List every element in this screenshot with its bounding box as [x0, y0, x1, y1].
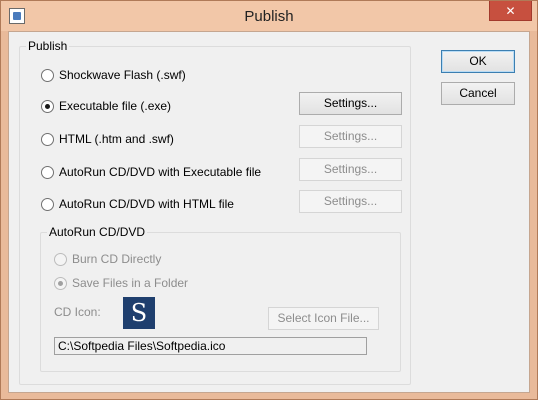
close-button[interactable]: ✕ [489, 1, 532, 21]
radio-shockwave-flash[interactable]: Shockwave Flash (.swf) [41, 67, 186, 83]
radio-label: Save Files in a Folder [72, 276, 189, 290]
radio-label: Burn CD Directly [72, 252, 162, 266]
radio-button[interactable] [41, 165, 54, 179]
radio-button[interactable] [41, 132, 54, 146]
radio-label: AutoRun CD/DVD with Executable file [59, 165, 262, 179]
radio-label: AutoRun CD/DVD with HTML file [59, 197, 234, 211]
radio-label: Shockwave Flash (.swf) [59, 68, 186, 82]
autorun-group-legend: AutoRun CD/DVD [47, 225, 148, 239]
radio-autorun-html[interactable]: AutoRun CD/DVD with HTML file [41, 196, 234, 212]
radio-label: Executable file (.exe) [59, 99, 172, 113]
radio-button[interactable] [41, 68, 54, 82]
radio-executable-file[interactable]: Executable file (.exe) [41, 98, 171, 114]
radio-autorun-executable[interactable]: AutoRun CD/DVD with Executable file [41, 164, 261, 180]
window-title: Publish [244, 8, 294, 25]
settings-button-autorun-html[interactable]: Settings... [299, 190, 402, 213]
softpedia-cd-icon-preview: S [123, 297, 155, 329]
radio-button-checked[interactable] [41, 99, 54, 113]
cancel-button[interactable]: Cancel [441, 82, 515, 105]
dialog-body: Publish Shockwave Flash (.swf) Executabl… [8, 31, 530, 393]
radio-html[interactable]: HTML (.htm and .swf) [41, 131, 174, 147]
settings-button-executable[interactable]: Settings... [299, 92, 402, 115]
radio-button[interactable] [41, 197, 54, 211]
publish-group-legend: Publish [26, 39, 70, 53]
publish-group: Publish Shockwave Flash (.swf) Executabl… [19, 39, 411, 385]
settings-button-autorun-executable[interactable]: Settings... [299, 158, 402, 181]
title-bar[interactable]: Publish ✕ [1, 1, 537, 31]
radio-save-folder[interactable]: Save Files in a Folder [54, 275, 188, 291]
icon-path-field[interactable]: C:\Softpedia Files\Softpedia.ico [54, 337, 367, 355]
select-icon-file-button[interactable]: Select Icon File... [268, 307, 379, 330]
ok-button[interactable]: OK [441, 50, 515, 73]
autorun-group: AutoRun CD/DVD Burn CD Directly Save Fil… [40, 225, 401, 372]
cd-icon-label: CD Icon: [54, 305, 101, 319]
radio-burn-cd[interactable]: Burn CD Directly [54, 251, 161, 267]
radio-button-disabled-checked[interactable] [54, 276, 67, 290]
publish-dialog: Publish ✕ Publish Shockwave Flash (.swf)… [0, 0, 538, 400]
settings-button-html[interactable]: Settings... [299, 125, 402, 148]
radio-label: HTML (.htm and .swf) [59, 132, 174, 146]
radio-button-disabled[interactable] [54, 252, 67, 266]
